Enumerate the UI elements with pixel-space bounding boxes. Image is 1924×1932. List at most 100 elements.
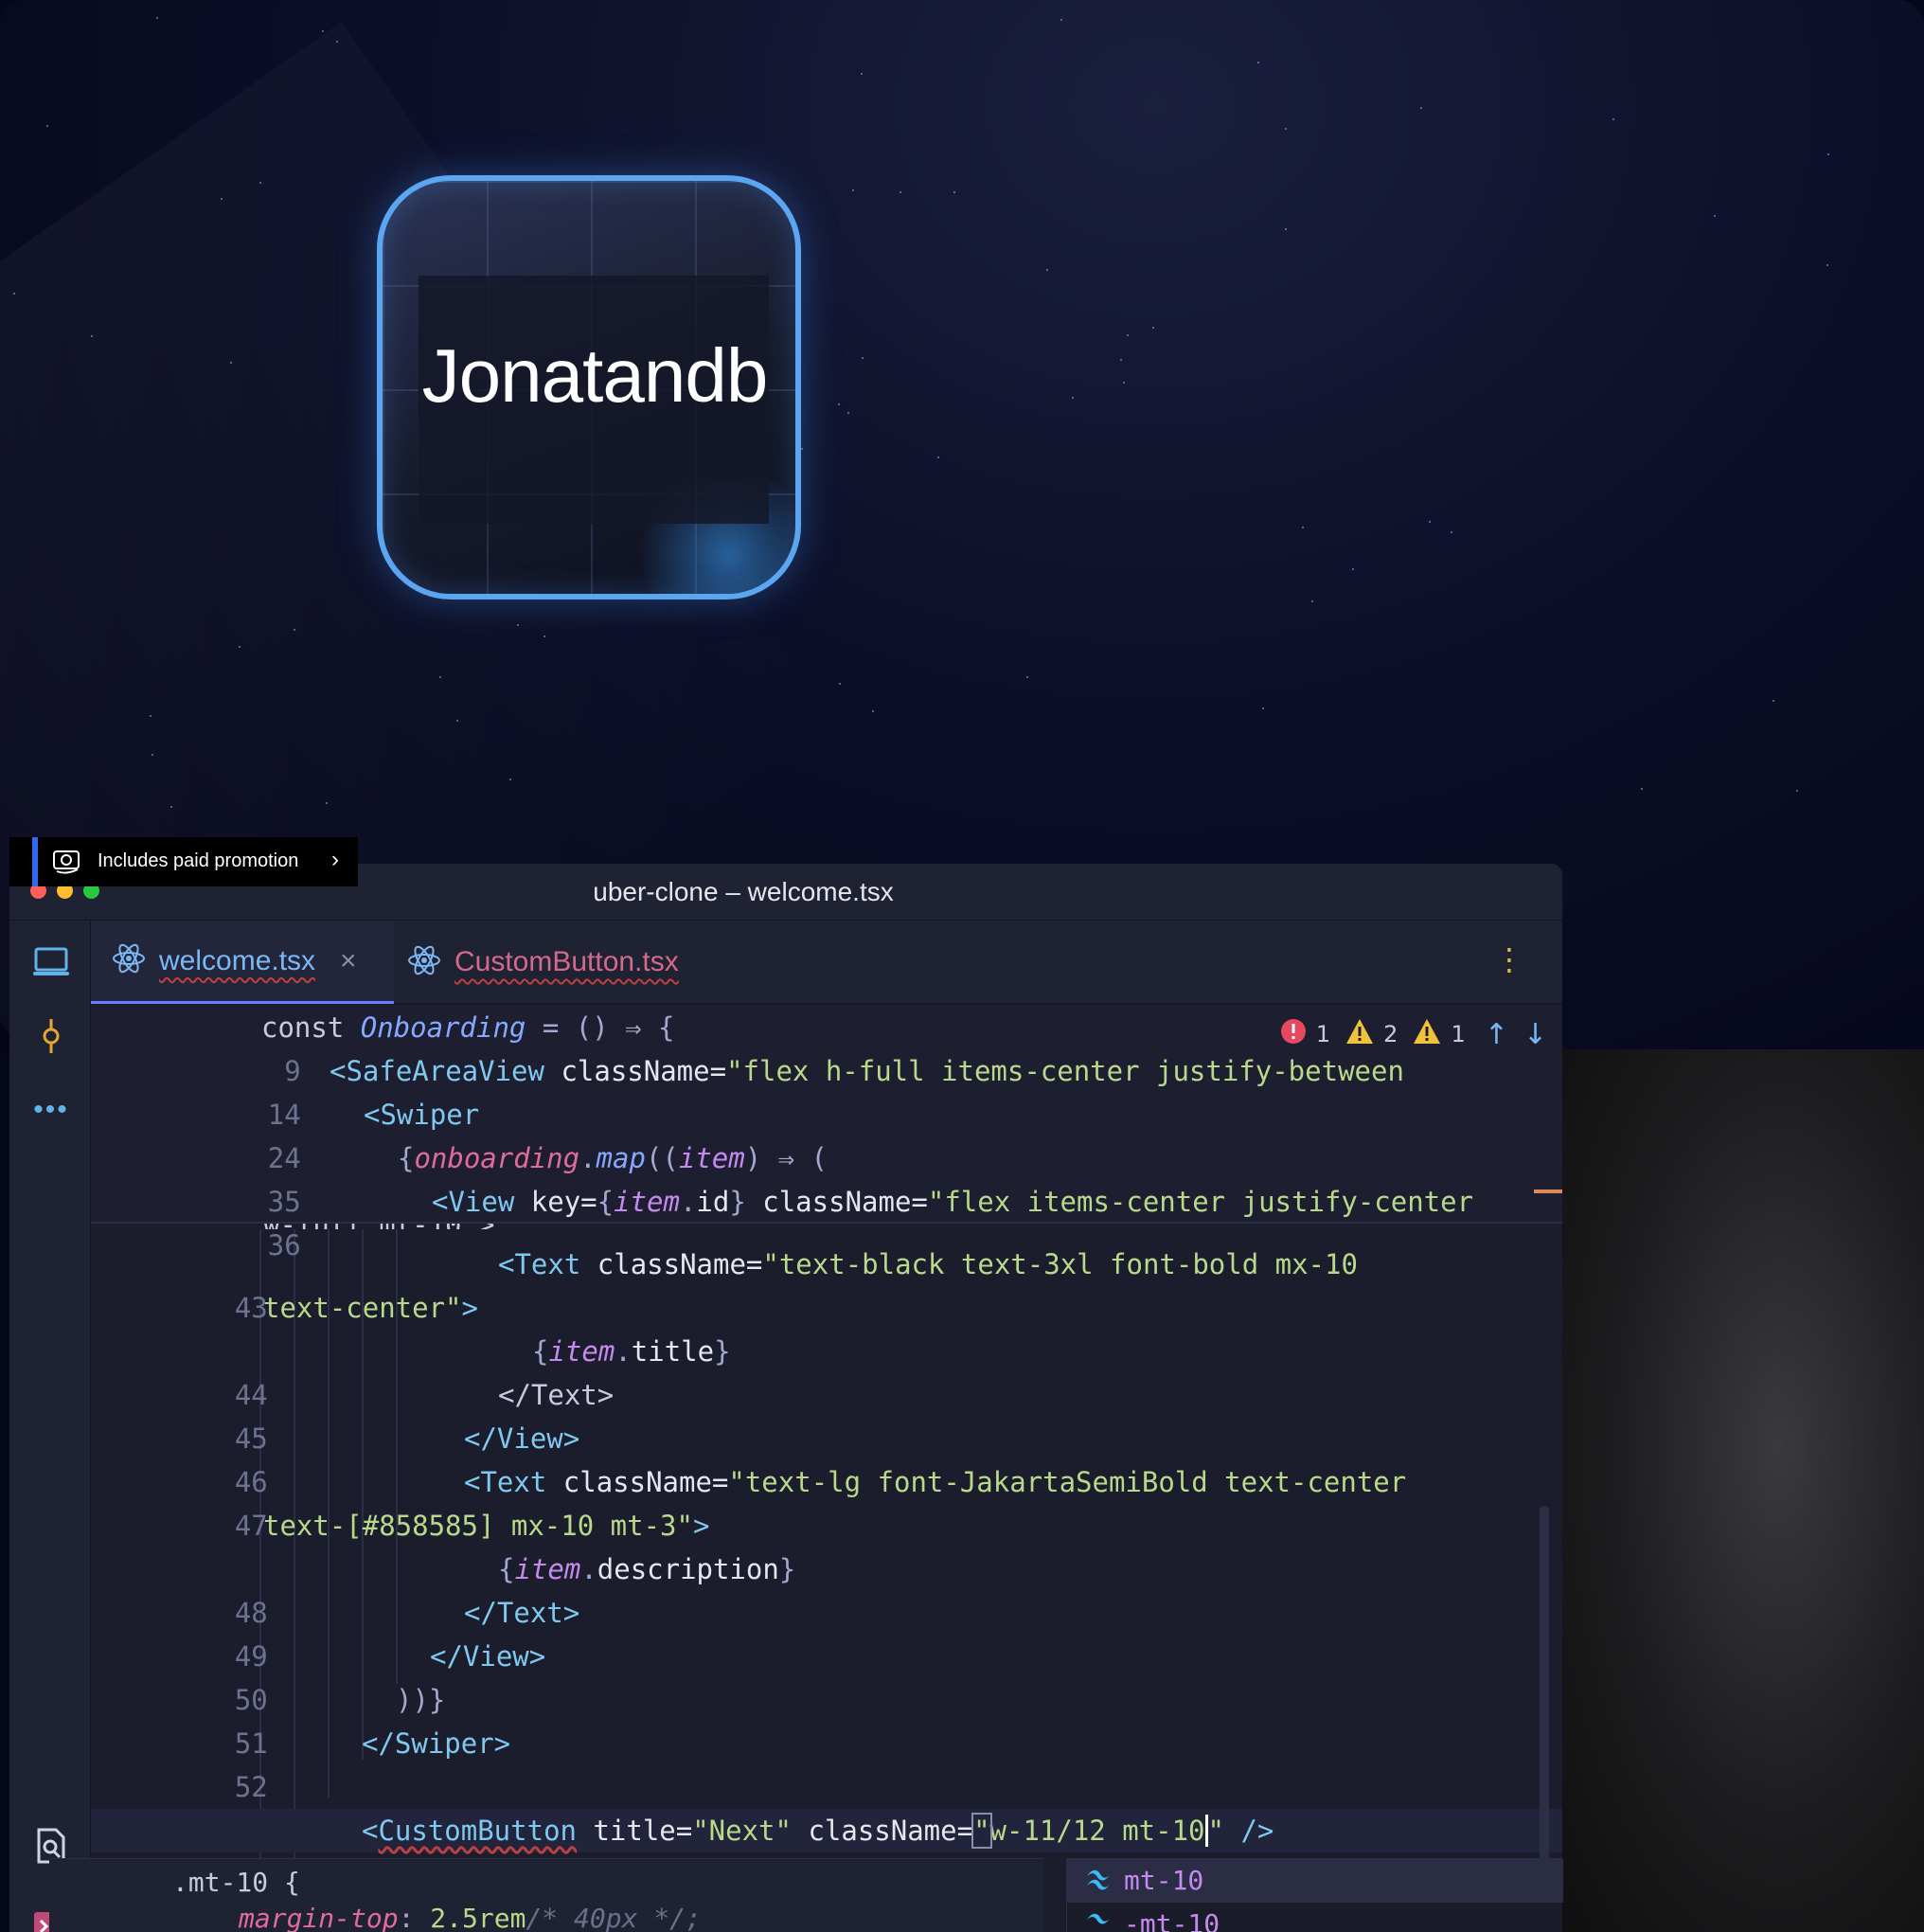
code-line: 49 </Text> bbox=[91, 1591, 579, 1673]
star bbox=[1612, 118, 1614, 120]
code-text: </Text> bbox=[464, 1597, 580, 1629]
arrow-down-icon[interactable]: ↓ bbox=[1523, 1018, 1547, 1051]
suggestion-label: -mt-10 bbox=[1124, 1908, 1220, 1932]
star bbox=[259, 182, 261, 184]
code-editor[interactable]: 9 const Onboarding = () ⇒ { 14 <SafeArea… bbox=[91, 1006, 1562, 1932]
star bbox=[509, 778, 511, 780]
react-icon bbox=[407, 943, 441, 982]
code-line: 52 </Swiper> bbox=[91, 1722, 510, 1803]
code-line: 47 <Text className="text-lg font-Jakarta… bbox=[91, 1460, 1406, 1542]
logo-card: Jonatandb bbox=[377, 175, 801, 599]
tailwind-icon bbox=[1084, 1910, 1113, 1932]
code-line: text-[#858585] mx-10 mt-3"> bbox=[91, 1504, 709, 1547]
change-marker bbox=[1534, 1190, 1562, 1193]
star bbox=[239, 646, 240, 648]
code-line: 35 {onboarding.map((item) ⇒ ( bbox=[91, 1136, 828, 1218]
star bbox=[1641, 788, 1643, 790]
code-text: text-center"> bbox=[263, 1292, 478, 1324]
star bbox=[1285, 128, 1287, 130]
code-line: 14 <SafeAreaView className="flex h-full … bbox=[91, 1049, 1404, 1131]
more-vertical-icon[interactable]: ⋮ bbox=[1494, 941, 1524, 977]
star bbox=[1352, 568, 1354, 570]
code-line: 24 <Swiper bbox=[91, 1093, 479, 1174]
star bbox=[336, 41, 338, 43]
code-line: 50 </View> bbox=[91, 1635, 545, 1716]
line-number: 36 bbox=[267, 1229, 301, 1261]
tab-welcome[interactable]: welcome.tsx × bbox=[91, 921, 394, 1004]
code-text: <SafeAreaView className="flex h-full ite… bbox=[330, 1055, 1404, 1087]
star bbox=[1127, 334, 1129, 336]
star bbox=[170, 806, 172, 808]
star bbox=[861, 73, 863, 75]
star bbox=[221, 198, 223, 200]
autocomplete-item[interactable]: -mt-10 bbox=[1067, 1903, 1563, 1932]
star bbox=[1429, 521, 1431, 523]
hover-documentation: .mt-10 { margin-top: 2.5rem/* 40px */; bbox=[49, 1858, 1043, 1932]
paid-promotion-notice[interactable]: Includes paid promotion › bbox=[9, 837, 358, 886]
weak-warning-icon bbox=[1413, 1018, 1441, 1050]
code-text: </View> bbox=[464, 1422, 580, 1455]
tab-label: CustomButton.tsx bbox=[454, 946, 679, 977]
activity-bar: ••• bbox=[9, 921, 91, 1932]
problems-indicator[interactable]: 1 2 1 ↑ ↓ bbox=[1280, 1015, 1547, 1053]
background-blur bbox=[1560, 1049, 1924, 1932]
git-commit-icon[interactable] bbox=[30, 1015, 72, 1057]
promo-text: Includes paid promotion bbox=[98, 850, 299, 871]
code-text: </View> bbox=[430, 1640, 546, 1673]
star bbox=[230, 362, 232, 364]
code-text: text-[#858585] mx-10 mt-3"> bbox=[263, 1510, 710, 1542]
ide-window: uber-clone – welcome.tsx ••• welcome.tsx… bbox=[9, 864, 1562, 1932]
scrollbar[interactable] bbox=[1540, 1506, 1549, 1885]
star bbox=[1060, 19, 1062, 21]
tab-custombutton[interactable]: CustomButton.tsx bbox=[407, 921, 710, 1004]
suggestion-label: mt-10 bbox=[1124, 1865, 1204, 1896]
tab-bar: welcome.tsx × CustomButton.tsx ⋮ bbox=[91, 921, 1562, 1004]
star bbox=[1120, 359, 1122, 361]
star bbox=[838, 403, 840, 405]
chevron-right-icon[interactable]: › bbox=[331, 847, 339, 873]
star bbox=[1026, 676, 1028, 678]
code-text: {onboarding.map((item) ⇒ ( bbox=[398, 1142, 828, 1174]
paid-promotion-icon bbox=[51, 847, 83, 880]
star bbox=[1262, 707, 1264, 709]
star bbox=[439, 676, 441, 678]
star bbox=[517, 624, 519, 626]
star bbox=[151, 754, 153, 756]
star bbox=[156, 17, 158, 19]
star bbox=[1257, 62, 1259, 63]
code-text: <CustomButton title="Next" className="w-… bbox=[362, 1813, 1274, 1849]
star bbox=[1796, 790, 1798, 792]
star bbox=[1826, 264, 1828, 266]
star bbox=[1451, 531, 1452, 533]
star bbox=[1827, 153, 1829, 155]
code-text: {item.title} bbox=[532, 1335, 731, 1368]
code-line: 9 const Onboarding = () ⇒ { bbox=[91, 1006, 675, 1087]
explorer-icon[interactable] bbox=[30, 941, 72, 983]
star bbox=[1420, 107, 1422, 109]
star bbox=[801, 448, 803, 450]
css-declaration: margin-top: 2.5rem/* 40px */; bbox=[239, 1903, 702, 1932]
arrow-up-icon[interactable]: ↑ bbox=[1485, 1018, 1508, 1051]
star bbox=[1285, 228, 1287, 230]
star bbox=[852, 189, 854, 191]
warning-count: 2 bbox=[1383, 1021, 1398, 1047]
code-line: 51 ))} bbox=[91, 1678, 446, 1760]
css-selector: .mt-10 { bbox=[172, 1867, 300, 1898]
code-text: <Text className="text-black text-3xl fon… bbox=[498, 1248, 1358, 1280]
code-line: 46 </View> bbox=[91, 1417, 579, 1498]
code-line: 45 </Text> bbox=[91, 1373, 614, 1455]
close-tab-icon[interactable]: × bbox=[340, 945, 357, 977]
star bbox=[1152, 327, 1154, 329]
star bbox=[1302, 527, 1304, 528]
star bbox=[1123, 382, 1125, 384]
react-icon bbox=[112, 941, 146, 980]
more-icon[interactable]: ••• bbox=[30, 1089, 72, 1131]
star bbox=[847, 412, 849, 414]
autocomplete-item-selected[interactable]: mt-10 bbox=[1067, 1859, 1563, 1903]
star bbox=[294, 629, 295, 631]
code-text: const Onboarding = () ⇒ { bbox=[261, 1011, 675, 1044]
star bbox=[1072, 397, 1074, 399]
code-text: {item.description} bbox=[498, 1553, 796, 1585]
star bbox=[839, 683, 841, 685]
warning-icon bbox=[1345, 1018, 1374, 1050]
